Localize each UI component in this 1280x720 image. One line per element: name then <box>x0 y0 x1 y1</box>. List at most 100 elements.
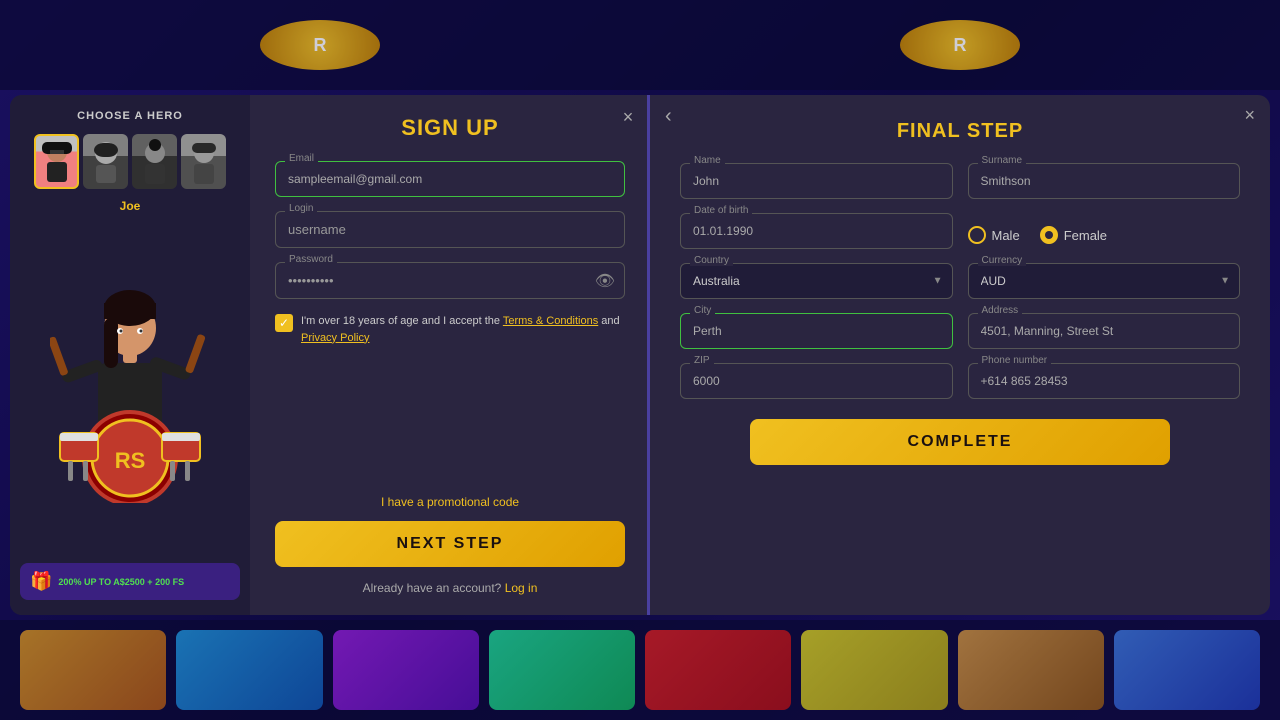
hero-panel: CHOOSE A HERO <box>10 95 250 615</box>
email-input[interactable] <box>275 161 625 197</box>
final-step-title: FINAL STEP <box>680 120 1240 143</box>
country-col: Country Australia New Zealand Canada <box>680 263 953 299</box>
game-thumb-7 <box>958 630 1104 710</box>
terms-checkbox[interactable]: ✓ <box>275 314 293 332</box>
phone-label: Phone number <box>978 355 1052 366</box>
terms-text: I'm over 18 years of age and I accept th… <box>301 313 625 346</box>
signup-modal: CHOOSE A HERO <box>10 95 650 615</box>
bonus-text: 200% UP TO A$2500 + 200 FS <box>58 577 184 587</box>
svg-text:RS: RS <box>115 448 146 473</box>
name-label: Name <box>690 155 725 166</box>
surname-input[interactable] <box>968 163 1241 199</box>
address-col: Address <box>968 313 1241 349</box>
dob-gender-row: Date of birth Male Female <box>680 213 1240 249</box>
female-radio-circle[interactable] <box>1040 226 1058 244</box>
top-bar: R R <box>0 0 1280 90</box>
final-close-button[interactable]: × <box>1244 105 1255 126</box>
login-label: Login <box>285 203 317 214</box>
city-label: City <box>690 305 715 316</box>
email-group: Email <box>275 161 625 197</box>
signup-form-area: × SIGN UP Email Login Password 👁 <box>250 95 650 615</box>
name-col: Name <box>680 163 953 199</box>
gender-female-option[interactable]: Female <box>1040 226 1107 244</box>
avatar-3[interactable] <box>132 134 177 189</box>
name-input[interactable] <box>680 163 953 199</box>
dob-input[interactable] <box>680 213 953 249</box>
game-thumb-1 <box>20 630 166 710</box>
promo-code-link[interactable]: I have a promotional code <box>275 495 625 509</box>
gender-col: Male Female <box>968 213 1241 249</box>
login-text: Already have an account? Log in <box>275 581 625 595</box>
address-label: Address <box>978 305 1023 316</box>
hero-name: Joe <box>120 199 141 213</box>
zip-input[interactable] <box>680 363 953 399</box>
currency-col: Currency AUD USD EUR <box>968 263 1241 299</box>
game-thumb-4 <box>489 630 635 710</box>
country-label: Country <box>690 255 733 266</box>
avatar-4[interactable] <box>181 134 226 189</box>
password-input[interactable] <box>275 262 625 299</box>
dob-col: Date of birth <box>680 213 953 249</box>
game-thumb-6 <box>801 630 947 710</box>
password-label: Password <box>285 254 337 265</box>
bottom-games-bar <box>0 620 1280 720</box>
address-input[interactable] <box>968 313 1241 349</box>
phone-input[interactable] <box>968 363 1241 399</box>
final-step-modal: ‹ × FINAL STEP Name Surname Date of birt… <box>650 95 1270 615</box>
city-input[interactable] <box>680 313 953 349</box>
next-step-button[interactable]: NEXT STEP <box>275 521 625 567</box>
login-group: Login <box>275 211 625 248</box>
password-group: Password 👁 <box>275 262 625 299</box>
currency-select[interactable]: AUD USD EUR <box>968 263 1241 299</box>
female-label: Female <box>1064 228 1107 243</box>
logo-left: R <box>260 20 380 70</box>
and-text: and <box>601 315 619 327</box>
surname-col: Surname <box>968 163 1241 199</box>
avatar-2-face <box>83 134 128 189</box>
currency-label: Currency <box>978 255 1027 266</box>
modals-wrapper: CHOOSE A HERO <box>10 95 1270 615</box>
game-thumb-5 <box>645 630 791 710</box>
avatar-2[interactable] <box>83 134 128 189</box>
log-in-link[interactable]: Log in <box>505 581 538 595</box>
email-label: Email <box>285 153 318 164</box>
game-thumb-2 <box>176 630 322 710</box>
avatar-4-face <box>181 134 226 189</box>
city-address-row: City Address <box>680 313 1240 349</box>
country-select[interactable]: Australia New Zealand Canada <box>680 263 953 299</box>
country-currency-row: Country Australia New Zealand Canada Cur… <box>680 263 1240 299</box>
male-radio-circle[interactable] <box>968 226 986 244</box>
hero-image-area: RS <box>50 221 210 555</box>
game-thumb-8 <box>1114 630 1260 710</box>
city-col: City <box>680 313 953 349</box>
game-thumb-3 <box>333 630 479 710</box>
male-label: Male <box>992 228 1020 243</box>
phone-col: Phone number <box>968 363 1241 399</box>
modal-divider <box>647 95 650 615</box>
name-surname-row: Name Surname <box>680 163 1240 199</box>
zip-label: ZIP <box>690 355 714 366</box>
hero-panel-title: CHOOSE A HERO <box>77 110 183 122</box>
gender-radio-group: Male Female <box>968 218 1108 244</box>
gender-male-option[interactable]: Male <box>968 226 1020 244</box>
signup-title: SIGN UP <box>275 115 625 141</box>
avatar-3-face <box>132 134 177 189</box>
surname-label: Surname <box>978 155 1027 166</box>
toggle-password-icon[interactable]: 👁 <box>595 271 615 291</box>
bonus-icon: 🎁 <box>30 571 52 592</box>
signup-close-button[interactable]: × <box>616 105 640 129</box>
back-button[interactable]: ‹ <box>665 105 672 128</box>
login-input[interactable] <box>275 211 625 248</box>
avatar-1[interactable] <box>34 134 79 189</box>
bonus-banner: 🎁 200% UP TO A$2500 + 200 FS <box>20 563 240 600</box>
privacy-policy-link[interactable]: Privacy Policy <box>301 332 369 344</box>
logo-right: R <box>900 20 1020 70</box>
terms-row: ✓ I'm over 18 years of age and I accept … <box>275 313 625 346</box>
zip-col: ZIP <box>680 363 953 399</box>
complete-button[interactable]: COMPLETE <box>750 419 1170 465</box>
terms-conditions-link[interactable]: Terms & Conditions <box>503 315 598 327</box>
dob-label: Date of birth <box>690 205 752 216</box>
hero-avatars <box>34 134 226 189</box>
hero-svg: RS <box>50 273 210 503</box>
password-wrapper: 👁 <box>275 262 625 299</box>
